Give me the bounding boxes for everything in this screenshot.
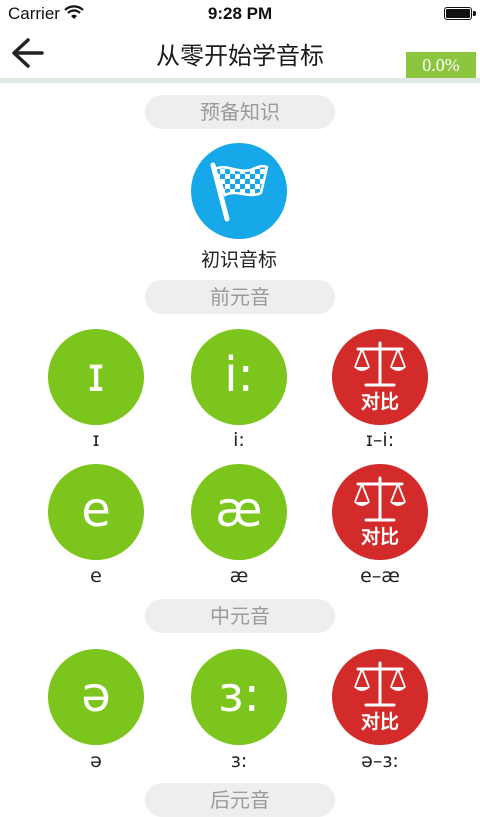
intro-lesson-button[interactable] — [191, 143, 287, 239]
compare-label: e–æ — [360, 565, 400, 587]
phoneme-button[interactable]: ə — [48, 649, 144, 745]
status-bar: Carrier 9:28 PM — [0, 0, 480, 28]
phoneme-symbol: ɜ: — [218, 667, 260, 723]
compare-button[interactable]: 对比 — [332, 464, 428, 560]
phoneme-button[interactable]: ɪ — [48, 329, 144, 425]
phoneme-label: e — [90, 565, 102, 587]
phoneme-button[interactable]: ɜ: — [191, 649, 287, 745]
intro-lesson-label: 初识音标 — [200, 249, 277, 271]
compare-button[interactable]: 对比 — [332, 649, 428, 745]
phoneme-symbol: e — [81, 482, 111, 538]
phoneme-label: ə — [90, 750, 102, 772]
section-header-prep: 预备知识 — [145, 95, 335, 129]
status-time: 9:28 PM — [207, 4, 273, 23]
battery-icon — [444, 7, 476, 20]
checkered-flag-icon — [210, 162, 269, 222]
phoneme-symbol: ɪ — [87, 347, 105, 403]
balance-scale-icon — [354, 476, 406, 522]
phoneme-button[interactable]: æ — [191, 464, 287, 560]
balance-scale-icon — [354, 661, 406, 707]
section-header-central: 中元音 — [145, 599, 335, 633]
phoneme-button[interactable]: i: — [191, 329, 287, 425]
nav-bar: 从零开始学音标 0.0% — [0, 28, 480, 78]
compare-label: ə–ɜ: — [361, 750, 399, 772]
lesson-list[interactable]: 预备知识 初识音标 前元音 ɪ ɪ i: i: 对比 ɪ–i: e e æ æ … — [0, 83, 480, 817]
compare-text: 对比 — [360, 391, 399, 413]
phoneme-symbol: i: — [224, 347, 254, 403]
phoneme-label: ɪ — [92, 429, 100, 451]
compare-text: 对比 — [360, 711, 399, 733]
phoneme-button[interactable]: e — [48, 464, 144, 560]
compare-button[interactable]: 对比 — [332, 329, 428, 425]
balance-scale-icon — [354, 341, 406, 387]
compare-label: ɪ–i: — [365, 429, 395, 451]
progress-badge: 0.0% — [406, 52, 476, 78]
compare-text: 对比 — [360, 526, 399, 548]
phoneme-label: ɜ: — [230, 750, 248, 772]
phoneme-label: i: — [233, 429, 245, 451]
section-header-front: 前元音 — [145, 280, 335, 314]
phoneme-label: æ — [229, 565, 249, 587]
phoneme-symbol: æ — [215, 482, 263, 538]
section-header-back: 后元音 — [145, 783, 335, 817]
phoneme-symbol: ə — [81, 667, 111, 723]
